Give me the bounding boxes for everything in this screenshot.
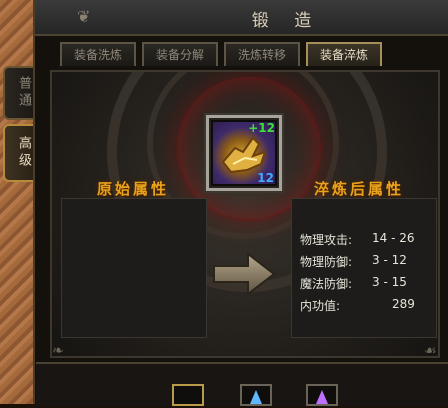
equipment-slot[interactable]: +12 12: [206, 115, 282, 191]
stat-value: 289: [392, 297, 415, 311]
corner-ornament-icon: ☙: [424, 343, 437, 359]
stat-name: 内功值:: [300, 299, 341, 313]
material-slot[interactable]: [306, 384, 338, 406]
tab-equip-temper[interactable]: 装备淬炼: [306, 42, 382, 66]
side-tab-advanced[interactable]: 高级: [3, 124, 33, 182]
stat-row: 内功值: 289: [300, 297, 415, 314]
tab-equip-decompose[interactable]: 装备分解: [142, 42, 218, 66]
stat-name: 物理防御:: [300, 255, 353, 269]
window-title: 锻 造: [251, 11, 322, 31]
title-bar[interactable]: ❦ 锻 造: [35, 0, 448, 36]
stat-value: 14 - 26: [372, 231, 415, 245]
original-attributes-label: 原始属性: [97, 180, 170, 198]
original-stats-box: [61, 198, 207, 338]
stat-row: 物理防御: 3 - 12: [300, 253, 407, 270]
tempered-attributes-label: 淬炼后属性: [314, 180, 405, 198]
tab-label: 洗炼转移: [237, 48, 286, 62]
tab-refine-transfer[interactable]: 洗炼转移: [224, 42, 300, 66]
stat-name: 魔法防御:: [300, 277, 353, 291]
tempered-stats-box: 物理攻击: 14 - 26 物理防御: 3 - 12 魔法防御: 3 - 15 …: [291, 198, 437, 338]
side-tab-label: 高级: [16, 136, 31, 170]
side-tab-normal[interactable]: 普通: [3, 66, 33, 120]
item-count: 12: [257, 171, 274, 185]
tab-label: 装备淬炼: [319, 48, 368, 62]
stat-name: 物理攻击:: [300, 233, 353, 247]
tab-equip-refine[interactable]: 装备洗炼: [60, 42, 136, 66]
tab-label: 装备洗炼: [73, 48, 122, 62]
tab-label: 装备分解: [155, 48, 204, 62]
enhance-level: +12: [248, 121, 275, 135]
material-slot[interactable]: [240, 384, 272, 406]
stat-row: 物理攻击: 14 - 26: [300, 231, 415, 248]
corner-ornament-icon: ❧: [52, 343, 64, 359]
material-slot[interactable]: [172, 384, 204, 406]
stat-value: 3 - 12: [372, 253, 407, 267]
arrow-right-icon: [213, 252, 276, 296]
stat-value: 3 - 15: [372, 275, 407, 289]
side-tab-label: 普通: [16, 76, 31, 110]
stat-row: 魔法防御: 3 - 15: [300, 275, 407, 292]
